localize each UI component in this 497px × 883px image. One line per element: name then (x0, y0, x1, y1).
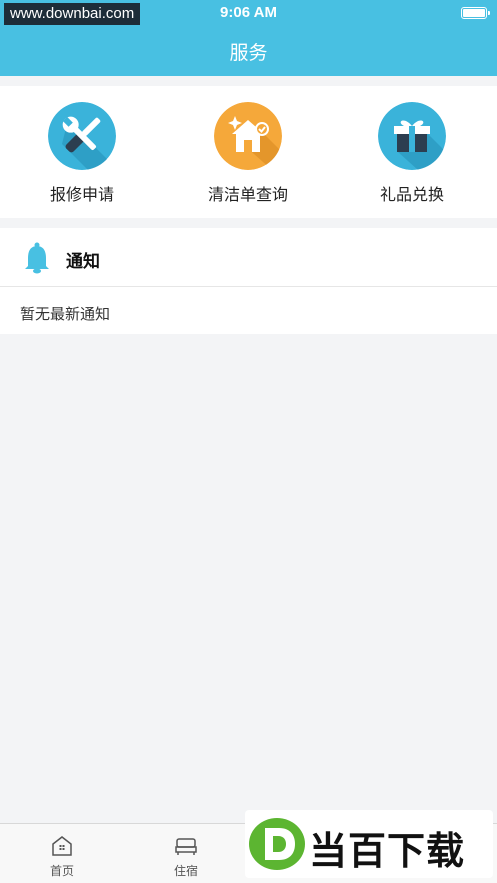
service-label: 清洁单查询 (207, 185, 288, 204)
notice-title: 通知 (66, 252, 100, 272)
notice-header: 通知 (0, 228, 497, 287)
tab-lodging[interactable]: 住宿 (124, 824, 248, 883)
house-clean-icon (214, 102, 282, 170)
notice-panel: 通知 暂无最新通知 (0, 228, 497, 334)
service-label: 报修申请 (49, 185, 114, 204)
tab-label: 住宿 (173, 864, 198, 878)
watermark-logo-text: 当百下载 (309, 829, 466, 873)
tab-home[interactable]: 首页 (0, 824, 124, 883)
battery-icon (461, 7, 490, 19)
status-bar: www.downbai.com 9:06 AM (0, 0, 497, 26)
home-icon (52, 836, 72, 856)
logo-d-icon (249, 818, 305, 870)
watermark-logo: 当百下载 (245, 810, 493, 878)
gift-icon (378, 102, 446, 170)
app-header: www.downbai.com 9:06 AM 服务 (0, 0, 497, 76)
services-grid: 报修申请 清洁单查询 礼品兑换 (0, 86, 497, 218)
wrench-screwdriver-icon (48, 102, 116, 170)
notice-empty-text: 暂无最新通知 (20, 305, 111, 323)
tab-label: 首页 (49, 864, 74, 878)
gift-exchange-button[interactable]: 礼品兑换 (330, 102, 494, 206)
page-title: 服务 (229, 42, 268, 64)
service-label: 礼品兑换 (379, 185, 444, 204)
repair-request-button[interactable]: 报修申请 (0, 102, 164, 206)
status-time: 9:06 AM (220, 4, 277, 21)
bed-icon (175, 838, 197, 855)
cleaning-query-button[interactable]: 清洁单查询 (166, 102, 330, 206)
bell-icon (25, 242, 49, 274)
